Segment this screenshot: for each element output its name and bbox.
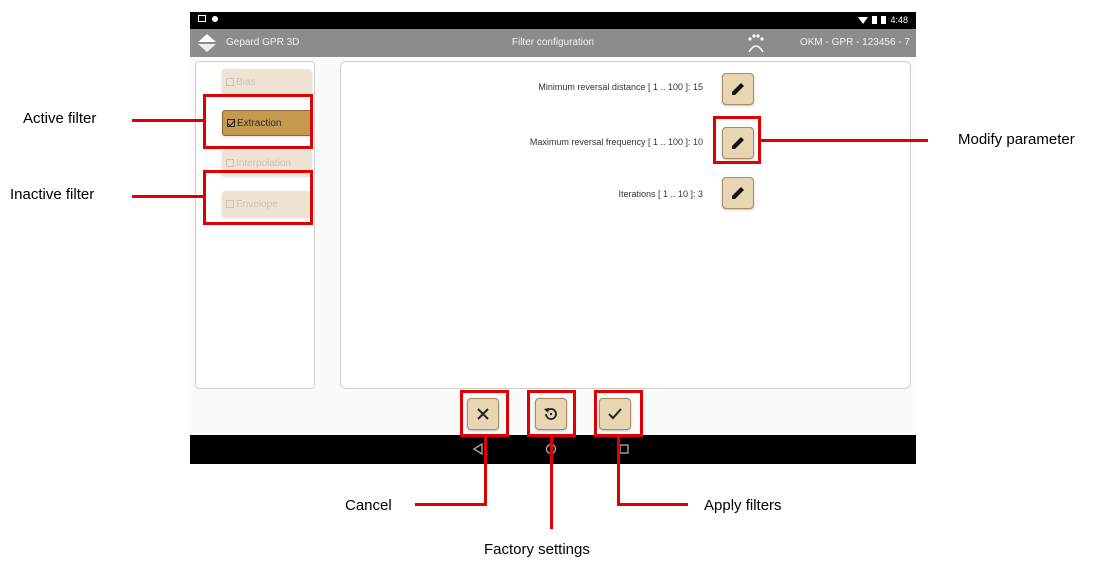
- parameters-panel: Minimum reversal distance [ 1 .. 100 ]: …: [340, 61, 911, 389]
- filter-label: Interpolation: [236, 157, 292, 169]
- status-bar: 4:48: [190, 12, 916, 29]
- battery-icon: [881, 16, 887, 24]
- edit-parameter-button[interactable]: [722, 177, 754, 209]
- active-filter-highlight: [203, 94, 313, 149]
- parameter-label: Maximum reversal frequency [ 1 .. 100 ]:…: [529, 137, 703, 147]
- apply-filters-leader-line: [617, 437, 620, 506]
- edit-parameter-button[interactable]: [722, 73, 754, 105]
- wifi-icon: [858, 16, 869, 24]
- apply-filters-highlight: [594, 390, 643, 437]
- apply-filters-leader-line: [617, 503, 688, 506]
- cancel-label: Cancel: [345, 497, 392, 514]
- factory-settings-leader-line: [550, 437, 553, 529]
- checkbox-icon: [226, 78, 234, 86]
- pencil-icon: [732, 83, 744, 95]
- cancel-leader-line: [484, 437, 487, 506]
- app-bar: Gepard GPR 3D Filter configuration OKM -…: [190, 29, 916, 57]
- sim-icon: [872, 16, 878, 24]
- cancel-leader-line: [415, 503, 487, 506]
- back-icon[interactable]: [472, 443, 484, 455]
- filter-bias-button[interactable]: Bias: [222, 69, 312, 95]
- pencil-icon: [732, 187, 744, 199]
- parameter-label: Iterations [ 1 .. 10 ]: 3: [618, 189, 703, 199]
- inactive-filter-highlight: [203, 170, 313, 225]
- inactive-filter-leader-line: [132, 195, 203, 198]
- cancel-highlight: [460, 390, 509, 437]
- checkbox-icon: [226, 159, 234, 167]
- paw-icon: [748, 34, 764, 53]
- active-filter-label: Active filter: [23, 110, 97, 127]
- modify-parameter-label: Modify parameter: [958, 131, 1075, 148]
- modify-parameter-leader-line: [761, 139, 928, 142]
- parameter-label: Minimum reversal distance [ 1 .. 100 ]: …: [538, 82, 703, 92]
- filter-label: Bias: [236, 76, 256, 88]
- device-id: OKM - GPR - 123456 - 7: [799, 37, 910, 48]
- status-time: 4:48: [890, 15, 908, 25]
- modify-parameter-highlight: [713, 116, 761, 164]
- factory-settings-label: Factory settings: [484, 541, 590, 558]
- inactive-filter-label: Inactive filter: [10, 186, 95, 203]
- apply-filters-label: Apply filters: [704, 497, 782, 514]
- active-filter-leader-line: [132, 119, 203, 122]
- factory-settings-highlight: [527, 390, 576, 437]
- android-nav-bar: [190, 435, 916, 464]
- notification-dot-icon: [212, 15, 218, 22]
- screenshot-icon: [198, 15, 206, 22]
